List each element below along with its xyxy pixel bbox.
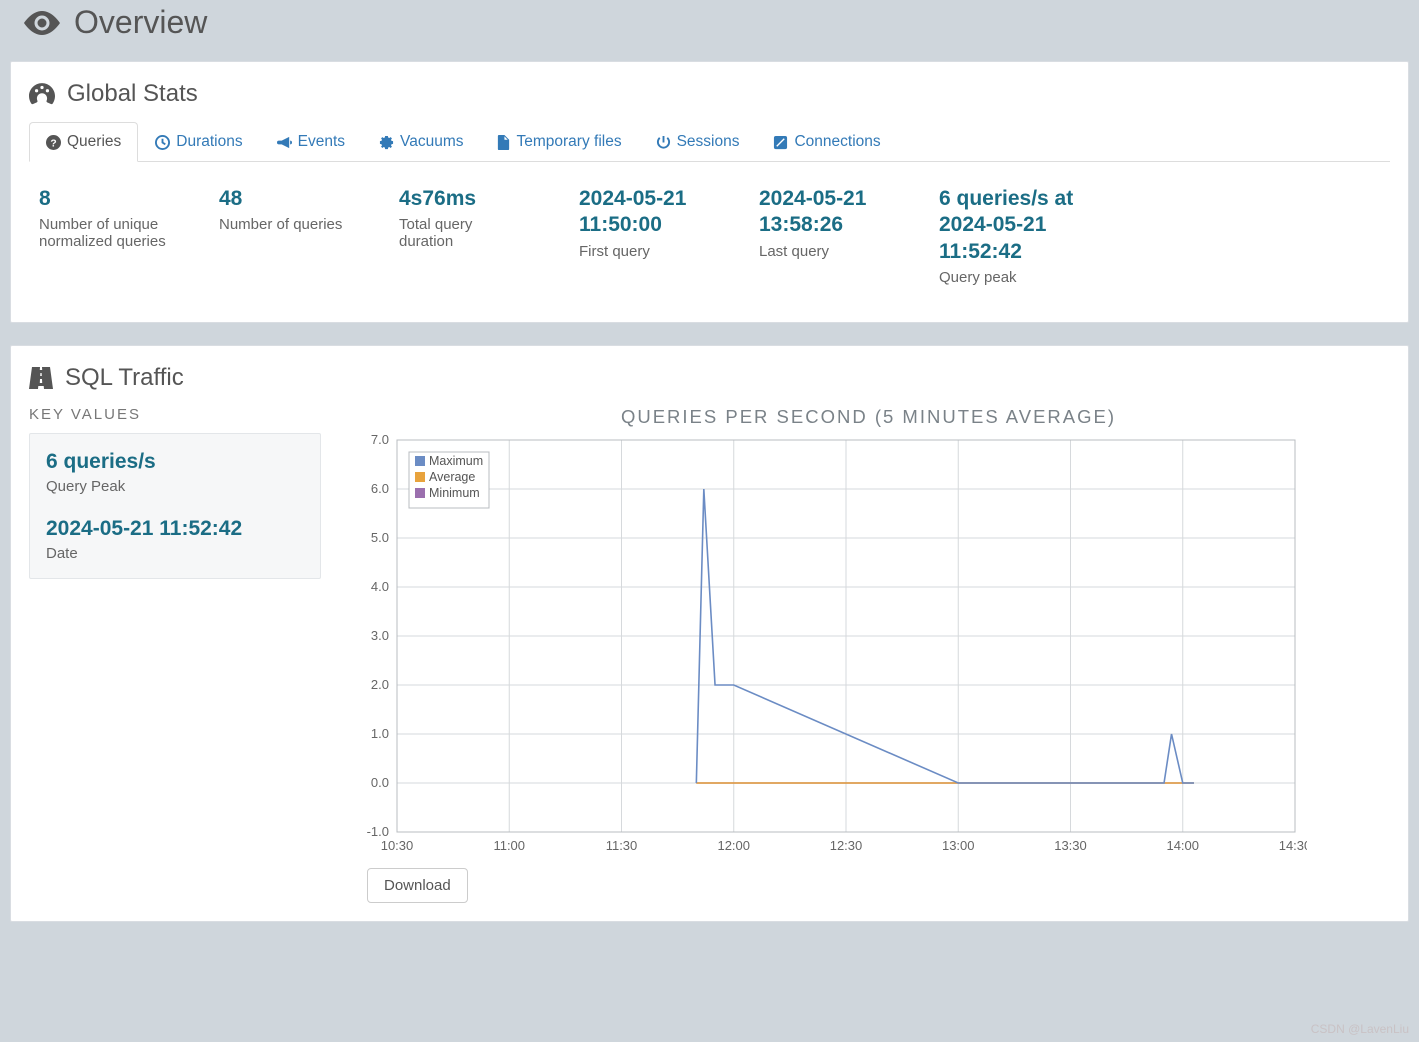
clock-icon <box>155 135 170 150</box>
global-stats-tabs: ? Queries Durations Events Vacuums <box>29 122 1390 162</box>
global-stats-title-text: Global Stats <box>67 80 198 108</box>
stats-row: 8 Number of unique normalized queries 48… <box>29 186 1390 304</box>
eye-icon <box>24 10 60 36</box>
stat-last-query: 2024-05-21 13:58:26 Last query <box>759 186 939 286</box>
svg-text:10:30: 10:30 <box>381 838 414 853</box>
kv-value: 6 queries/s <box>46 450 304 474</box>
svg-text:2.0: 2.0 <box>371 677 389 692</box>
dashboard-icon <box>29 83 55 105</box>
stat-label: Last query <box>759 243 889 260</box>
kv-value: 2024-05-21 11:52:42 <box>46 517 304 541</box>
question-icon: ? <box>46 135 61 150</box>
tab-label: Queries <box>67 133 121 151</box>
road-icon <box>29 367 53 389</box>
chart-area: QUERIES PER SECOND (5 MINUTES AVERAGE) -… <box>347 406 1390 903</box>
stat-label: Total query duration <box>399 216 529 250</box>
stat-query-peak: 6 queries/s at 2024-05-21 11:52:42 Query… <box>939 186 1139 286</box>
chart-title: QUERIES PER SECOND (5 MINUTES AVERAGE) <box>347 406 1390 428</box>
stat-value: 6 queries/s at 2024-05-21 11:52:42 <box>939 186 1089 265</box>
sql-traffic-title-text: SQL Traffic <box>65 364 184 392</box>
stat-total-duration: 4s76ms Total query duration <box>399 186 579 286</box>
stat-label: Number of queries <box>219 216 349 233</box>
tab-temporary-files[interactable]: Temporary files <box>480 122 638 162</box>
kv-query-peak: 6 queries/s Query Peak <box>46 450 304 495</box>
bullhorn-icon <box>277 135 292 150</box>
tab-label: Durations <box>176 133 242 151</box>
file-icon <box>497 135 510 150</box>
svg-text:13:00: 13:00 <box>942 838 975 853</box>
stat-value: 2024-05-21 13:58:26 <box>759 186 889 239</box>
tab-label: Connections <box>794 133 880 151</box>
tab-connections[interactable]: Connections <box>756 122 897 162</box>
stat-first-query: 2024-05-21 11:50:00 First query <box>579 186 759 286</box>
stat-label: Number of unique normalized queries <box>39 216 169 250</box>
kv-label: Date <box>46 545 304 562</box>
tab-sessions[interactable]: Sessions <box>639 122 757 162</box>
qps-chart: -1.0 0.0 1.0 2.0 3.0 4.0 5.0 6.0 7.0 10:30 11:00 11… <box>347 432 1307 862</box>
page-title: Overview <box>10 0 1409 61</box>
stat-value: 4s76ms <box>399 186 529 212</box>
tab-label: Vacuums <box>400 133 463 151</box>
tab-events[interactable]: Events <box>260 122 362 162</box>
stat-value: 48 <box>219 186 349 212</box>
key-values-heading: KEY VALUES <box>29 406 321 423</box>
svg-text:11:00: 11:00 <box>493 838 525 853</box>
download-button[interactable]: Download <box>367 868 468 903</box>
watermark: CSDN @LavenLiu <box>1311 1022 1409 1036</box>
kv-label: Query Peak <box>46 478 304 495</box>
svg-text:-1.0: -1.0 <box>367 824 389 839</box>
page-title-text: Overview <box>74 4 207 41</box>
power-icon <box>656 135 671 150</box>
tab-vacuums[interactable]: Vacuums <box>362 122 480 162</box>
svg-text:4.0: 4.0 <box>371 579 389 594</box>
global-stats-title: Global Stats <box>29 80 1390 108</box>
tab-label: Sessions <box>677 133 740 151</box>
svg-text:Minimum: Minimum <box>429 486 480 500</box>
svg-text:11:30: 11:30 <box>606 838 638 853</box>
sql-traffic-title: SQL Traffic <box>29 364 1390 392</box>
svg-text:3.0: 3.0 <box>371 628 389 643</box>
stat-label: Query peak <box>939 269 1089 286</box>
key-values-card: 6 queries/s Query Peak 2024-05-21 11:52:… <box>29 433 321 579</box>
sql-traffic-panel: SQL Traffic KEY VALUES 6 queries/s Query… <box>10 345 1409 922</box>
svg-text:1.0: 1.0 <box>371 726 389 741</box>
stat-num-queries: 48 Number of queries <box>219 186 399 286</box>
gear-icon <box>379 135 394 150</box>
svg-text:?: ? <box>50 138 56 149</box>
svg-text:14:00: 14:00 <box>1166 838 1199 853</box>
svg-text:12:00: 12:00 <box>717 838 750 853</box>
tab-queries[interactable]: ? Queries <box>29 122 138 162</box>
tab-durations[interactable]: Durations <box>138 122 259 162</box>
svg-text:12:30: 12:30 <box>830 838 863 853</box>
stat-unique-queries: 8 Number of unique normalized queries <box>39 186 219 286</box>
svg-text:Maximum: Maximum <box>429 454 483 468</box>
tab-label: Temporary files <box>516 133 621 151</box>
stat-value: 2024-05-21 11:50:00 <box>579 186 709 239</box>
svg-text:Average: Average <box>429 470 475 484</box>
svg-text:0.0: 0.0 <box>371 775 389 790</box>
stat-label: First query <box>579 243 709 260</box>
svg-text:7.0: 7.0 <box>371 432 389 447</box>
svg-text:5.0: 5.0 <box>371 530 389 545</box>
stat-value: 8 <box>39 186 169 212</box>
tab-label: Events <box>298 133 345 151</box>
global-stats-panel: Global Stats ? Queries Durations Events … <box>10 61 1409 323</box>
svg-text:13:30: 13:30 <box>1054 838 1087 853</box>
svg-text:14:30: 14:30 <box>1279 838 1307 853</box>
key-values-section: KEY VALUES 6 queries/s Query Peak 2024-0… <box>29 406 321 579</box>
link-icon <box>773 135 788 150</box>
kv-date: 2024-05-21 11:52:42 Date <box>46 517 304 562</box>
svg-text:6.0: 6.0 <box>371 481 389 496</box>
